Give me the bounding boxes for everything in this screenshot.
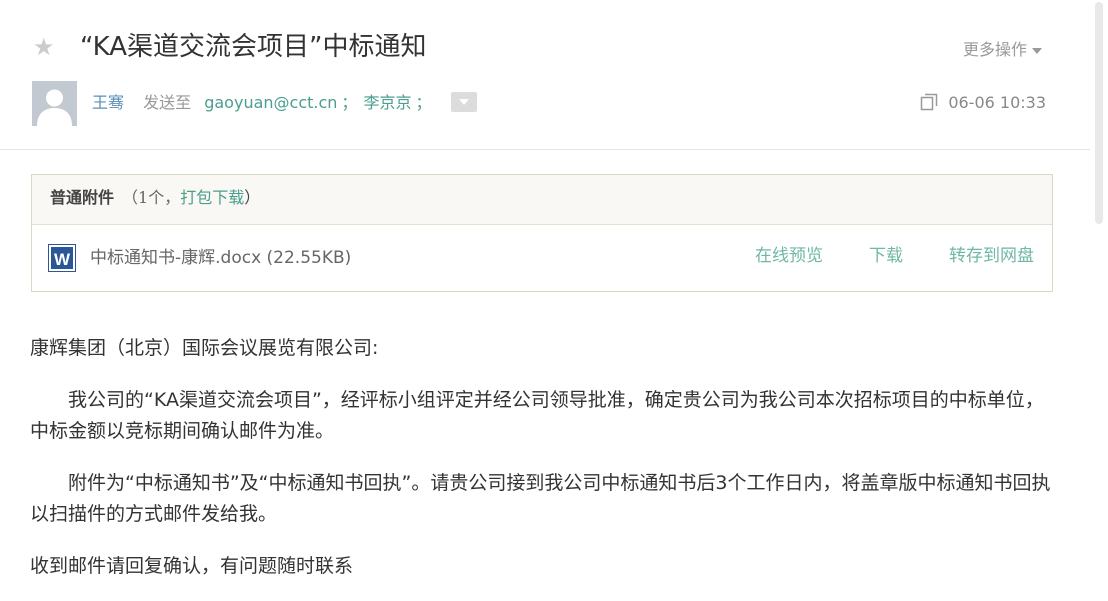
preview-online-link[interactable]: 在线预览 xyxy=(755,246,823,266)
scrollbar-thumb[interactable] xyxy=(1095,2,1103,224)
attachment-count-open: （1个， xyxy=(122,188,181,207)
more-actions-button[interactable]: 更多操作 xyxy=(963,39,1042,61)
attachment-name: 中标通知书-康辉.docx xyxy=(90,248,262,268)
mail-time-area: 06-06 10:33 xyxy=(920,90,1046,116)
mail-paragraph: 我公司的“KA渠道交流会项目”，经评标小组评定并经公司领导批准，确定贵公司为我公… xyxy=(30,389,1044,442)
sender-name[interactable]: 王骞 xyxy=(92,93,124,112)
mail-paragraph: 附件为“中标通知书”及“中标通知书回执”。请贵公司接到我公司中标通知书后3个工作… xyxy=(30,472,1051,525)
mail-subject: “KA渠道交流会项目”中标通知 xyxy=(80,32,427,62)
avatar-placeholder-icon xyxy=(32,81,77,126)
word-document-icon: W xyxy=(48,244,76,272)
mail-closing: 收到邮件请回复确认，有问题随时联系 xyxy=(30,555,354,577)
attachment-row: W 中标通知书-康辉.docx (22.55KB) 在线预览 下载 转存到网盘 xyxy=(32,225,1052,291)
attachment-count-close: ） xyxy=(244,188,261,207)
header-divider xyxy=(0,149,1090,150)
sent-to-label: 发送至 xyxy=(143,93,192,112)
svg-text:W: W xyxy=(54,250,71,269)
star-icon[interactable]: ★ xyxy=(33,33,55,61)
attachment-size: (22.55KB) xyxy=(266,248,352,268)
attachment-header: 普通附件 （1个，打包下载） xyxy=(32,175,1052,225)
recipient-separator: ； xyxy=(341,93,358,112)
more-actions-label: 更多操作 xyxy=(962,40,1027,59)
pack-download-link[interactable]: 打包下载 xyxy=(180,188,244,207)
expand-recipients-button[interactable] xyxy=(450,91,477,112)
caret-down-icon xyxy=(1032,47,1042,54)
vertical-scrollbar[interactable] xyxy=(1091,0,1108,601)
mail-read-view: ★ “KA渠道交流会项目”中标通知 更多操作 王骞 发送至 gaoyuan@cc… xyxy=(0,0,1108,601)
recipient-email[interactable]: gaoyuan@cct.cn xyxy=(204,93,337,112)
download-link[interactable]: 下载 xyxy=(869,246,903,266)
attachment-title: 普通附件 xyxy=(50,188,115,207)
attachment-panel: 普通附件 （1个，打包下载） W 中标通知书-康辉.docx (22.55KB) … xyxy=(31,174,1053,292)
recipient-name[interactable]: 李京京 xyxy=(363,93,411,112)
sender-line: 王骞 发送至 gaoyuan@cct.cn；李京京； xyxy=(92,90,477,116)
attachment-file-name[interactable]: 中标通知书-康辉.docx (22.55KB) xyxy=(90,245,351,271)
avatar[interactable] xyxy=(32,81,77,126)
attachment-actions: 在线预览 下载 转存到网盘 xyxy=(709,243,1034,269)
mail-time: 06-06 10:33 xyxy=(948,93,1046,112)
recipient-separator: ； xyxy=(415,93,432,112)
save-to-disk-link[interactable]: 转存到网盘 xyxy=(949,246,1034,266)
mail-greeting: 康辉集团（北京）国际会议展览有限公司: xyxy=(30,337,379,359)
copy-window-icon[interactable] xyxy=(920,93,938,111)
mail-body: 康辉集团（北京）国际会议展览有限公司: 我公司的“KA渠道交流会项目”，经评标小… xyxy=(30,333,1060,601)
